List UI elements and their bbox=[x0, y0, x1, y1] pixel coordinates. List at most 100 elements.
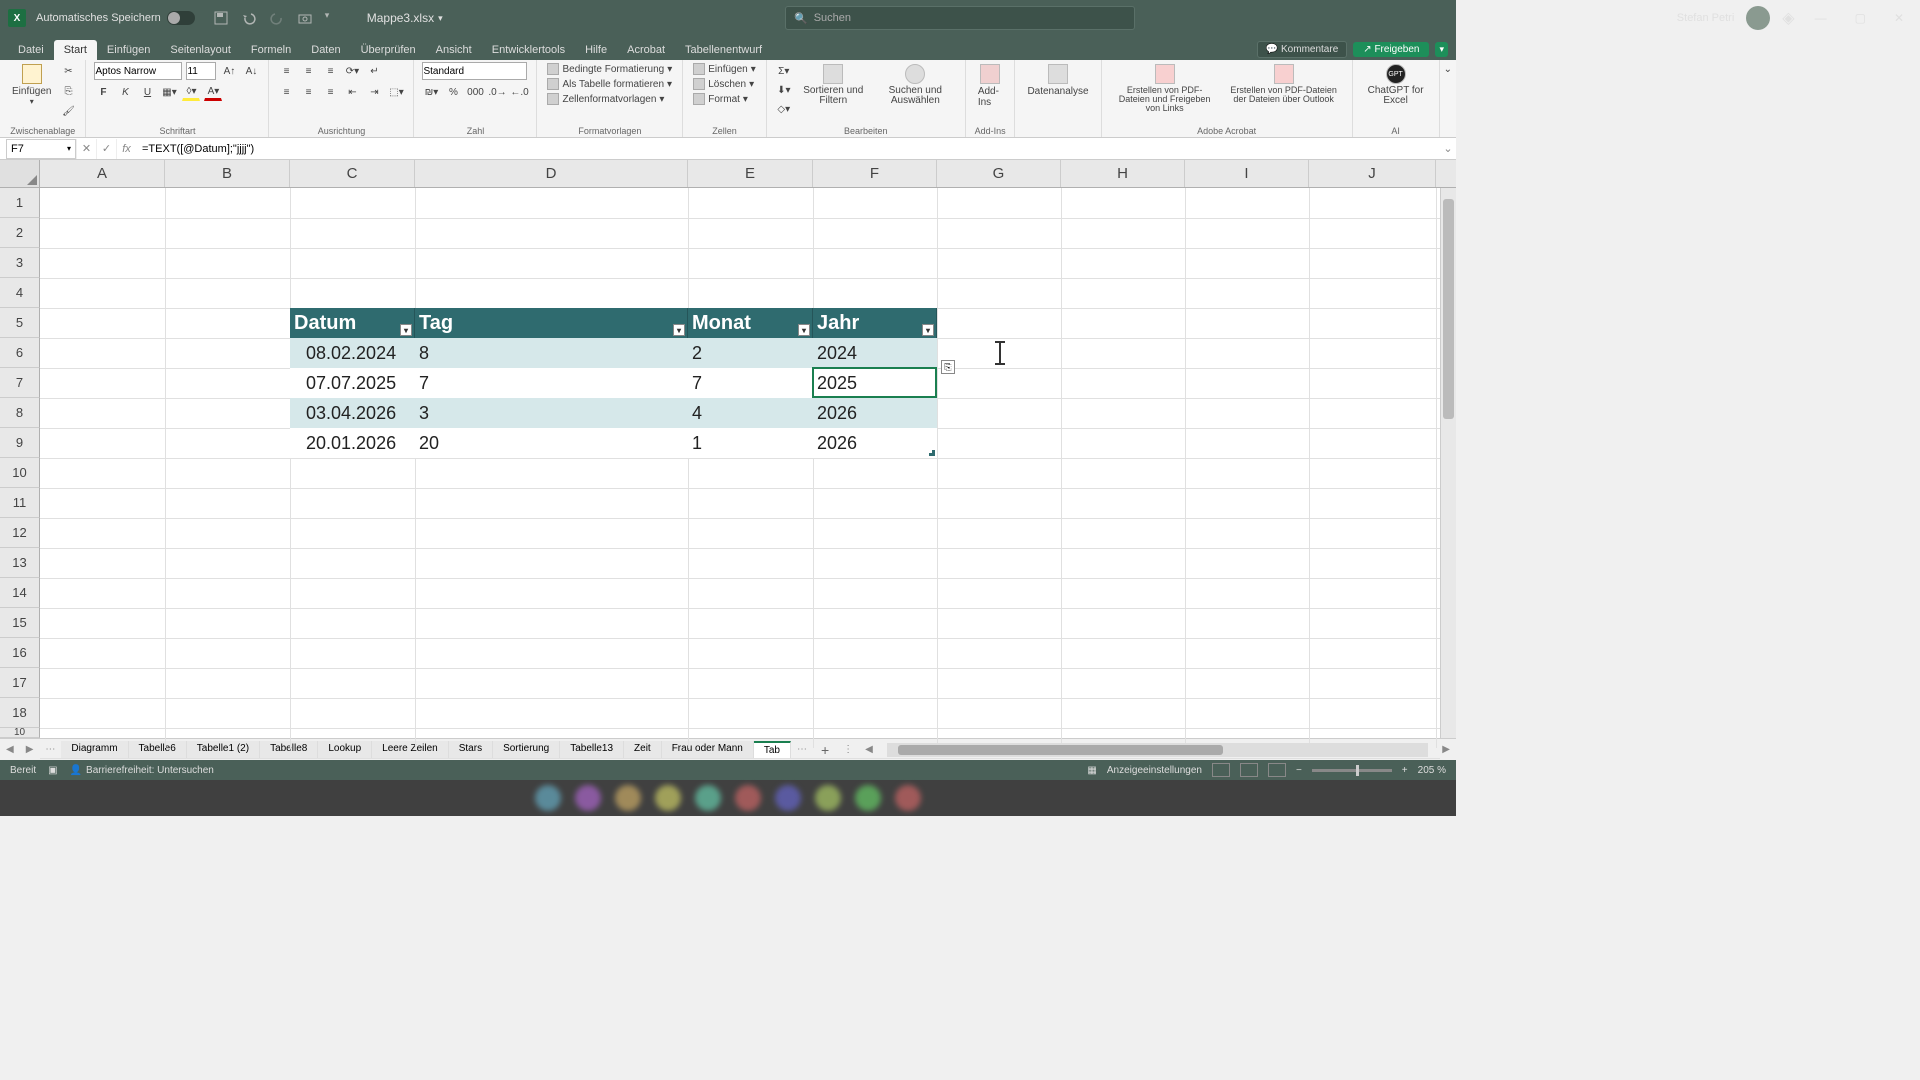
underline-button[interactable]: U bbox=[138, 83, 156, 101]
name-box[interactable]: F7▾ bbox=[6, 139, 76, 159]
sheet-nav-prev-icon[interactable]: ◀ bbox=[0, 744, 20, 755]
ribbon-tab-acrobat[interactable]: Acrobat bbox=[617, 40, 675, 60]
increase-font-icon[interactable]: A↑ bbox=[220, 62, 238, 80]
row-header-6[interactable]: 6 bbox=[0, 338, 40, 368]
ribbon-tab-überprüfen[interactable]: Überprüfen bbox=[351, 40, 426, 60]
filter-dropdown-icon[interactable]: ▾ bbox=[798, 324, 810, 336]
row-header-13[interactable]: 13 bbox=[0, 548, 40, 578]
sheet-tab[interactable]: Leere Zeilen bbox=[372, 741, 449, 758]
table-header-jahr[interactable]: Jahr▾ bbox=[813, 308, 937, 338]
increase-decimal-icon[interactable]: .0→ bbox=[488, 83, 506, 101]
column-header-B[interactable]: B bbox=[165, 160, 290, 187]
sheet-tab[interactable]: Stars bbox=[449, 741, 493, 758]
row-header-8[interactable]: 8 bbox=[0, 398, 40, 428]
taskbar-app-icon[interactable] bbox=[655, 785, 681, 811]
zoom-level[interactable]: 205 % bbox=[1418, 765, 1446, 776]
currency-icon[interactable]: ₪▾ bbox=[422, 83, 440, 101]
table-cell[interactable]: 2025 bbox=[813, 368, 937, 398]
column-header-I[interactable]: I bbox=[1185, 160, 1309, 187]
taskbar-app-icon[interactable] bbox=[775, 785, 801, 811]
clear-icon[interactable]: ◇▾ bbox=[775, 100, 793, 118]
undo-icon[interactable] bbox=[241, 10, 257, 26]
row-header-19[interactable]: 10 bbox=[0, 728, 40, 738]
autofill-smart-tag[interactable]: ⎘ bbox=[941, 360, 955, 374]
pdf-share-button[interactable]: Erstellen von PDF-Dateien und Freigeben … bbox=[1110, 62, 1220, 115]
autosum-icon[interactable]: Σ▾ bbox=[775, 62, 793, 80]
avatar[interactable] bbox=[1746, 6, 1770, 30]
table-cell[interactable]: 2024 bbox=[813, 338, 937, 368]
decrease-indent-icon[interactable]: ⇤ bbox=[343, 83, 361, 101]
fx-icon[interactable]: fx bbox=[116, 139, 136, 159]
font-size-select[interactable] bbox=[186, 62, 216, 80]
filename-dropdown-icon[interactable]: ▾ bbox=[438, 13, 443, 24]
column-header-F[interactable]: F bbox=[813, 160, 937, 187]
column-header-H[interactable]: H bbox=[1061, 160, 1185, 187]
percent-icon[interactable]: % bbox=[444, 83, 462, 101]
horizontal-scrollbar[interactable] bbox=[887, 743, 1428, 757]
taskbar-app-icon[interactable] bbox=[855, 785, 881, 811]
orientation-icon[interactable]: ⟳▾ bbox=[343, 62, 361, 80]
table-cell[interactable]: 4 bbox=[688, 398, 813, 428]
format-painter-icon[interactable]: 🖌 bbox=[59, 102, 77, 120]
fill-icon[interactable]: ⬇▾ bbox=[775, 81, 793, 99]
bold-button[interactable]: F bbox=[94, 83, 112, 101]
display-settings-label[interactable]: Anzeigeeinstellungen bbox=[1107, 765, 1202, 776]
ribbon-tab-seitenlayout[interactable]: Seitenlayout bbox=[160, 40, 241, 60]
table-cell[interactable]: 08.02.2024 bbox=[290, 338, 415, 368]
sheet-tab[interactable]: Zeit bbox=[624, 741, 662, 758]
table-cell[interactable]: 03.04.2026 bbox=[290, 398, 415, 428]
table-cell[interactable]: 2 bbox=[688, 338, 813, 368]
sheet-overflow-icon[interactable]: ⋯ bbox=[791, 744, 813, 755]
paste-button[interactable]: Einfügen▾ bbox=[8, 62, 55, 108]
taskbar-app-icon[interactable] bbox=[815, 785, 841, 811]
redo-icon[interactable] bbox=[269, 10, 285, 26]
row-header-3[interactable]: 3 bbox=[0, 248, 40, 278]
row-header-10[interactable]: 10 bbox=[0, 458, 40, 488]
cut-icon[interactable]: ✂ bbox=[59, 62, 77, 80]
table-header-datum[interactable]: Datum▾ bbox=[290, 308, 415, 338]
row-header-5[interactable]: 5 bbox=[0, 308, 40, 338]
ribbon-tab-ansicht[interactable]: Ansicht bbox=[426, 40, 482, 60]
align-center-icon[interactable]: ≡ bbox=[299, 83, 317, 101]
insert-cells-button[interactable]: Einfügen ▾ bbox=[691, 62, 758, 76]
comma-icon[interactable]: 000 bbox=[466, 83, 484, 101]
align-bottom-icon[interactable]: ≡ bbox=[321, 62, 339, 80]
sheet-tab[interactable]: Sortierung bbox=[493, 741, 560, 758]
diamond-icon[interactable]: ◈ bbox=[1782, 8, 1794, 28]
ribbon-tab-tabellenentwurf[interactable]: Tabellenentwurf bbox=[675, 40, 772, 60]
format-cells-button[interactable]: Format ▾ bbox=[691, 92, 750, 106]
filter-dropdown-icon[interactable]: ▾ bbox=[400, 324, 412, 336]
filter-dropdown-icon[interactable]: ▾ bbox=[922, 324, 934, 336]
row-header-17[interactable]: 17 bbox=[0, 668, 40, 698]
row-header-9[interactable]: 9 bbox=[0, 428, 40, 458]
row-header-2[interactable]: 2 bbox=[0, 218, 40, 248]
addins-button[interactable]: Add-Ins bbox=[974, 62, 1007, 110]
decrease-font-icon[interactable]: A↓ bbox=[242, 62, 260, 80]
table-cell[interactable]: 3 bbox=[415, 398, 688, 428]
select-all-corner[interactable] bbox=[0, 160, 40, 187]
vertical-scrollbar[interactable] bbox=[1440, 188, 1456, 738]
row-header-7[interactable]: 7 bbox=[0, 368, 40, 398]
copy-icon[interactable]: ⎘ bbox=[59, 82, 77, 100]
macro-record-icon[interactable]: ▣ bbox=[48, 765, 57, 776]
column-header-C[interactable]: C bbox=[290, 160, 415, 187]
sheet-divider-icon[interactable]: ⋮ bbox=[837, 744, 859, 755]
sheet-tab[interactable]: Diagramm bbox=[61, 741, 128, 758]
taskbar-app-icon[interactable] bbox=[575, 785, 601, 811]
table-cell[interactable]: 8 bbox=[415, 338, 688, 368]
cell-styles-button[interactable]: Zellenformatvorlagen ▾ bbox=[545, 92, 666, 106]
conditional-format-button[interactable]: Bedingte Formatierung ▾ bbox=[545, 62, 674, 76]
column-header-A[interactable]: A bbox=[40, 160, 165, 187]
sheet-nav-more-icon[interactable]: ⋯ bbox=[39, 744, 61, 755]
add-sheet-button[interactable]: + bbox=[813, 742, 837, 758]
column-header-D[interactable]: D bbox=[415, 160, 688, 187]
align-middle-icon[interactable]: ≡ bbox=[299, 62, 317, 80]
hscroll-right-icon[interactable]: ▶ bbox=[1436, 744, 1456, 755]
filter-dropdown-icon[interactable]: ▾ bbox=[673, 324, 685, 336]
share-button[interactable]: ↗ Freigeben bbox=[1353, 42, 1429, 57]
cancel-formula-icon[interactable]: ✕ bbox=[76, 139, 96, 159]
accessibility-icon[interactable]: 👤 bbox=[70, 765, 82, 776]
find-select-button[interactable]: Suchen und Auswählen bbox=[874, 62, 957, 108]
table-header-monat[interactable]: Monat▾ bbox=[688, 308, 813, 338]
taskbar-app-icon[interactable] bbox=[695, 785, 721, 811]
